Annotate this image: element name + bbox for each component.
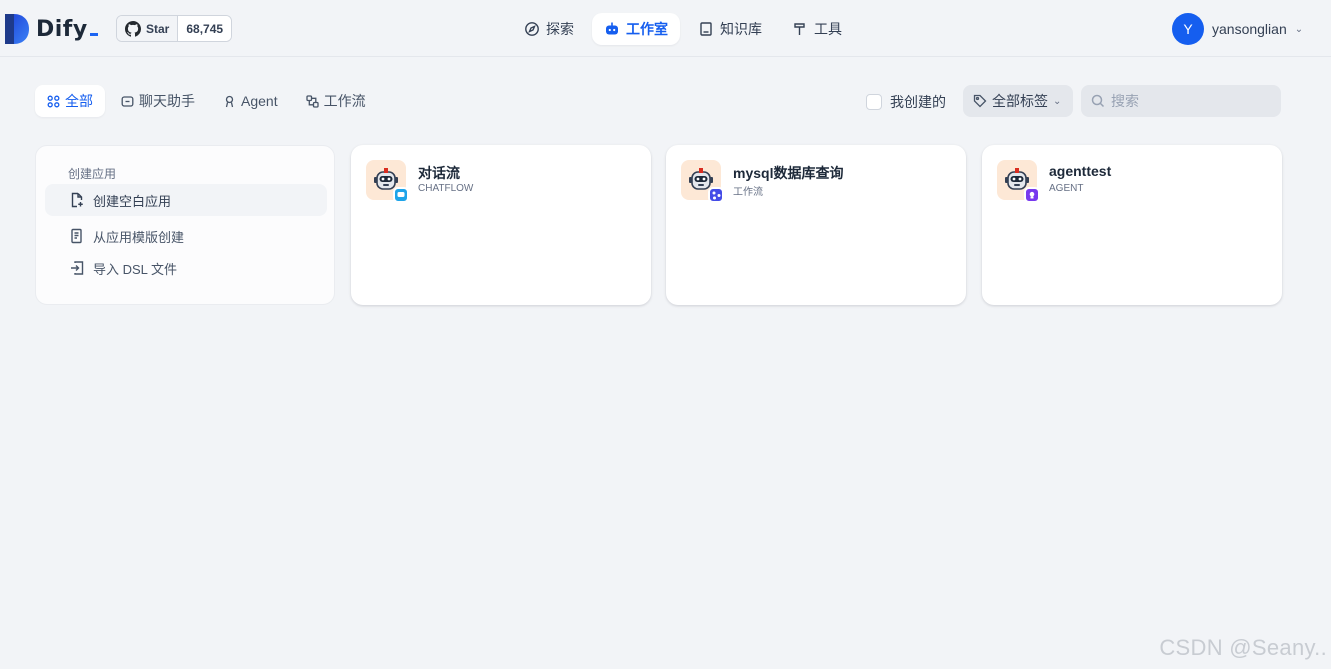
create-blank-app-label: 创建空白应用: [93, 193, 172, 209]
nav-explore[interactable]: 探索: [512, 13, 586, 45]
github-star-button[interactable]: Star 68,745: [116, 15, 233, 42]
top-header: Dify Star 68,745 探索 工作室 知识库 工具 Y yansong…: [0, 0, 1331, 57]
app-type: 工作流: [733, 187, 763, 198]
nav-knowledge[interactable]: 知识库: [686, 13, 774, 45]
app-name: agenttest: [1049, 163, 1112, 179]
app-avatar: [681, 160, 724, 203]
tag-filter-select[interactable]: 全部标签 ⌄: [963, 85, 1073, 117]
tab-workflow[interactable]: 工作流: [294, 85, 378, 117]
app-card[interactable]: 对话流 CHATFLOW: [351, 145, 651, 305]
create-from-template-button[interactable]: 从应用模版创建: [45, 220, 327, 252]
chevron-down-icon: ⌄: [1053, 95, 1062, 107]
tab-chat-label: 聊天助手: [139, 93, 195, 109]
app-name: 对话流: [418, 165, 460, 181]
github-star-label: Star: [146, 21, 170, 36]
github-icon: [125, 20, 141, 37]
main-nav: 探索 工作室 知识库 工具: [512, 13, 854, 45]
workflow-badge-icon: [708, 187, 724, 203]
app-avatar: [366, 160, 409, 203]
csdn-watermark: CSDN @Seany..: [1159, 635, 1327, 660]
nav-studio[interactable]: 工作室: [592, 13, 680, 45]
app-name: mysql数据库查询: [733, 165, 844, 181]
app-card[interactable]: mysql数据库查询 工作流: [666, 145, 966, 305]
created-by-me-label: 我创建的: [890, 94, 946, 110]
search-box: [1081, 85, 1281, 117]
nav-studio-label: 工作室: [626, 21, 668, 37]
import-dsl-button[interactable]: 导入 DSL 文件: [45, 252, 327, 284]
create-app-card: 创建应用 创建空白应用 从应用模版创建 导入 DSL 文件: [35, 145, 335, 305]
template-icon: [71, 228, 82, 244]
create-app-title: 创建应用: [68, 167, 117, 181]
app-type: AGENT: [1049, 183, 1084, 194]
app-type-tabs: 全部 聊天助手 Agent 工作流: [35, 85, 378, 117]
book-icon: [700, 22, 712, 36]
nav-knowledge-label: 知识库: [720, 21, 762, 37]
robot-icon: [606, 22, 618, 35]
created-by-me-toggle[interactable]: 我创建的: [866, 92, 946, 112]
tag-icon: [973, 94, 987, 108]
agent-icon: [225, 95, 234, 107]
created-by-me-checkbox[interactable]: [866, 94, 882, 110]
nav-explore-label: 探索: [546, 21, 574, 37]
tag-filter-label: 全部标签: [992, 93, 1048, 109]
tab-all[interactable]: 全部: [35, 85, 105, 117]
create-from-template-label: 从应用模版创建: [93, 229, 185, 245]
app-avatar: [997, 160, 1040, 203]
dify-logo-mark-icon: [5, 14, 29, 44]
chevron-down-icon: ⌄: [1294, 23, 1304, 35]
tab-agent-label: Agent: [241, 93, 278, 109]
workflow-icon: [305, 94, 319, 108]
grid-icon: [47, 95, 60, 107]
search-input[interactable]: [1111, 93, 1271, 109]
nav-tools[interactable]: 工具: [780, 13, 854, 45]
github-star-count: 68,745: [186, 21, 224, 36]
search-icon: [1091, 94, 1105, 108]
app-card[interactable]: agenttest AGENT: [982, 145, 1282, 305]
dify-logo[interactable]: Dify: [5, 14, 98, 44]
hammer-icon: [794, 23, 805, 35]
import-dsl-label: 导入 DSL 文件: [93, 261, 178, 277]
agent-badge-icon: [1024, 187, 1040, 203]
file-plus-icon: [71, 192, 83, 208]
nav-tools-label: 工具: [814, 21, 842, 37]
avatar: Y: [1172, 13, 1204, 45]
tab-all-label: 全部: [65, 93, 93, 109]
username: yansonglian: [1212, 21, 1287, 37]
tab-agent[interactable]: Agent: [211, 85, 290, 117]
tab-chat-assistant[interactable]: 聊天助手: [109, 85, 207, 117]
logo-text: Dify: [36, 16, 88, 42]
chat-icon: [121, 95, 134, 107]
import-icon: [71, 261, 84, 275]
app-type: CHATFLOW: [418, 183, 474, 194]
create-blank-app-button[interactable]: 创建空白应用: [45, 184, 327, 216]
tab-workflow-label: 工作流: [323, 93, 366, 109]
logo-underscore: [89, 32, 98, 36]
compass-icon: [525, 22, 539, 36]
chatflow-badge-icon: [393, 187, 409, 203]
user-menu[interactable]: Y yansonglian ⌄: [1172, 13, 1303, 45]
